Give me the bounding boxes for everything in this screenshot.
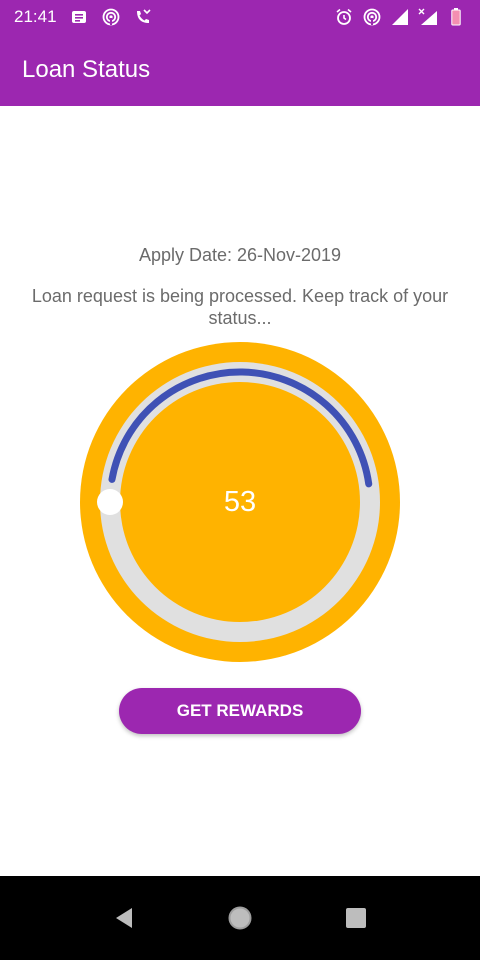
missed-call-icon (133, 7, 153, 27)
status-bar-right (334, 7, 466, 27)
status-time: 21:41 (14, 7, 57, 26)
hotspot-icon (101, 7, 121, 27)
message-icon (69, 7, 89, 27)
battery-icon (446, 7, 466, 27)
alarm-icon (334, 7, 354, 27)
apply-date: Apply Date: 26-Nov-2019 (138, 245, 342, 265)
status-message: Loan request is being processed. Keep tr… (31, 286, 449, 328)
status-bar-left: 21:41 (14, 7, 153, 27)
gauge-value: 53 (223, 485, 257, 518)
page-title: Loan Status (22, 56, 151, 83)
back-icon[interactable] (111, 905, 137, 931)
hotspot-icon (362, 7, 382, 27)
home-icon[interactable] (227, 905, 253, 931)
navigation-bar (0, 876, 480, 960)
app-bar: Loan Status (0, 34, 480, 106)
get-rewards-button[interactable]: GET REWARDS (119, 688, 361, 734)
signal-icon (390, 7, 410, 27)
status-bar: 21:41 (0, 0, 480, 34)
progress-gauge: 53 (78, 340, 402, 664)
recents-icon[interactable] (343, 905, 369, 931)
signal-x-icon (418, 7, 438, 27)
